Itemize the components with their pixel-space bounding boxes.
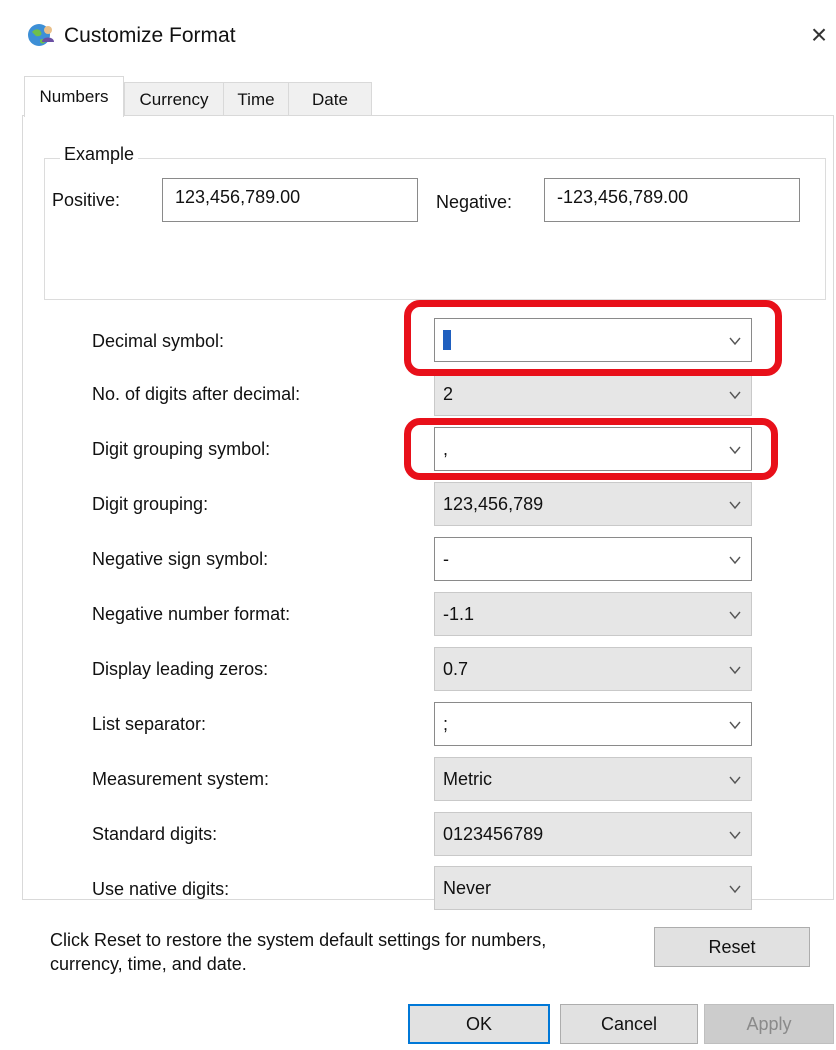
close-button[interactable]: ×: [806, 18, 832, 52]
reset-note: Click Reset to restore the system defaul…: [50, 930, 547, 974]
negative-sign-symbol-combo[interactable]: -: [434, 537, 752, 581]
positive-example-field: 123,456,789.00: [162, 178, 418, 222]
list-separator-value: ;: [443, 714, 449, 734]
standard-digits-combo[interactable]: 0123456789: [434, 812, 752, 856]
chevron-down-icon: [729, 391, 741, 400]
display-leading-zeros-value: 0.7: [443, 659, 469, 679]
customize-format-dialog: Customize Format × Numbers Currency Time…: [0, 0, 836, 1050]
title-bar: Customize Format ×: [0, 0, 836, 74]
tab-numbers[interactable]: Numbers: [24, 76, 124, 117]
display-leading-zeros-label: Display leading zeros:: [92, 659, 269, 679]
chevron-down-icon: [729, 501, 741, 510]
negative-label: Negative:: [436, 192, 513, 212]
chevron-down-icon: [729, 721, 741, 730]
digit-grouping-combo[interactable]: 123,456,789: [434, 482, 752, 526]
digit-grouping-symbol-label: Digit grouping symbol:: [92, 439, 271, 459]
positive-label: Positive:: [52, 190, 121, 210]
measurement-system-combo[interactable]: Metric: [434, 757, 752, 801]
measurement-system-label: Measurement system:: [92, 769, 270, 789]
negative-number-format-combo[interactable]: -1.1: [434, 592, 752, 636]
negative-number-format-label: Negative number format:: [92, 604, 291, 624]
chevron-down-icon: [729, 556, 741, 565]
globe-user-icon: [28, 24, 54, 46]
chevron-down-icon: [729, 885, 741, 894]
digit-grouping-value: 123,456,789: [443, 494, 544, 514]
window-title: Customize Format: [64, 24, 236, 47]
negative-sign-symbol-label: Negative sign symbol:: [92, 549, 269, 569]
close-icon: ×: [810, 19, 828, 50]
digit-grouping-symbol-highlight: [404, 418, 778, 480]
apply-button: Apply: [704, 1004, 834, 1044]
digits-after-decimal-value: 2: [443, 384, 454, 404]
tab-currency[interactable]: Currency: [124, 82, 224, 116]
negative-number-format-value: -1.1: [443, 604, 475, 624]
example-group-legend: Example: [60, 144, 139, 165]
negative-sign-symbol-value: -: [443, 549, 449, 569]
reset-button[interactable]: Reset: [654, 927, 810, 967]
tab-time[interactable]: Time: [223, 82, 289, 116]
use-native-digits-value: Never: [443, 878, 492, 898]
list-separator-combo[interactable]: ;: [434, 702, 752, 746]
decimal-symbol-highlight: [404, 300, 782, 376]
chevron-down-icon: [729, 611, 741, 620]
list-separator-label: List separator:: [92, 714, 207, 734]
use-native-digits-combo[interactable]: Never: [434, 866, 752, 910]
negative-example-value: -123,456,789.00: [557, 187, 689, 207]
display-leading-zeros-combo[interactable]: 0.7: [434, 647, 752, 691]
tab-date[interactable]: Date: [288, 82, 372, 116]
standard-digits-label: Standard digits:: [92, 824, 218, 844]
digits-after-decimal-combo[interactable]: 2: [434, 372, 752, 416]
standard-digits-value: 0123456789: [443, 824, 544, 844]
positive-example-value: 123,456,789.00: [175, 187, 301, 207]
measurement-system-value: Metric: [443, 769, 492, 789]
digits-after-decimal-label: No. of digits after decimal:: [92, 384, 301, 404]
use-native-digits-label: Use native digits:: [92, 879, 230, 899]
decimal-symbol-label: Decimal symbol:: [92, 331, 225, 351]
negative-example-field: -123,456,789.00: [544, 178, 800, 222]
digit-grouping-label: Digit grouping:: [92, 494, 209, 514]
chevron-down-icon: [729, 776, 741, 785]
ok-button[interactable]: OK: [408, 1004, 550, 1044]
cancel-button[interactable]: Cancel: [560, 1004, 698, 1044]
chevron-down-icon: [729, 666, 741, 675]
chevron-down-icon: [729, 831, 741, 840]
